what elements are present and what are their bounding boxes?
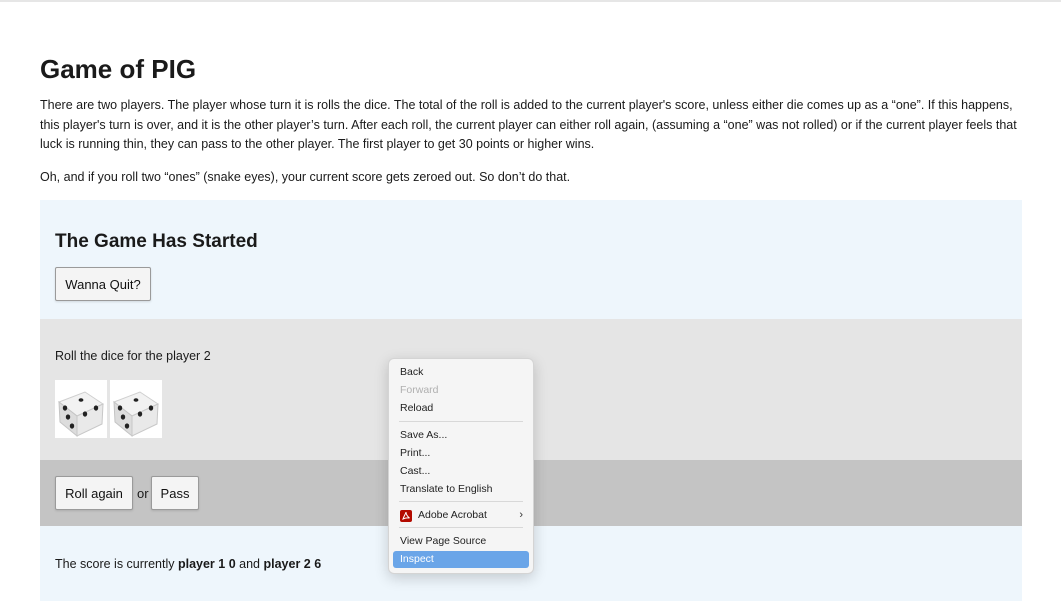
player-1-label: player 1 <box>177 557 226 571</box>
menu-item-adobe-acrobat[interactable]: Adobe Acrobat › <box>393 507 529 524</box>
chevron-right-icon: › <box>519 509 523 521</box>
menu-item-translate[interactable]: Translate to English <box>393 481 529 498</box>
game-heading: The Game Has Started <box>55 231 258 252</box>
player-2-score: 6 <box>314 557 322 571</box>
menu-item-cast[interactable]: Cast... <box>393 463 529 480</box>
menu-item-save-as[interactable]: Save As... <box>393 427 529 444</box>
roll-prompt: Roll the dice for the player 2 <box>55 349 211 363</box>
score-prefix: The score is currently <box>55 557 175 571</box>
menu-item-inspect[interactable]: Inspect <box>393 551 529 568</box>
quit-button[interactable]: Wanna Quit? <box>55 267 151 301</box>
die-2-icon <box>110 380 162 438</box>
menu-item-reload[interactable]: Reload <box>393 400 529 417</box>
die-1-icon <box>55 380 107 438</box>
menu-item-label: Adobe Acrobat <box>418 509 487 521</box>
window-top-border <box>0 0 1061 2</box>
game-status-section: The Game Has Started Wanna Quit? <box>40 200 1022 319</box>
player-1-score: 0 <box>228 557 236 571</box>
context-menu: Back Forward Reload Save As... Print... … <box>388 358 534 574</box>
score-and: and <box>239 557 261 571</box>
menu-item-back[interactable]: Back <box>393 364 529 381</box>
menu-item-view-source[interactable]: View Page Source <box>393 533 529 550</box>
snake-eyes-note: Oh, and if you roll two “ones” (snake ey… <box>40 169 571 184</box>
rules-paragraph: There are two players. The player whose … <box>40 98 1017 151</box>
adobe-acrobat-icon <box>400 510 412 522</box>
score-line: The score is currently player 1 0 and pl… <box>55 557 321 571</box>
menu-separator <box>399 527 523 528</box>
roll-again-button[interactable]: Roll again <box>55 476 133 510</box>
intro-section: Game of PIG There are two players. The p… <box>40 52 1022 187</box>
menu-separator <box>399 421 523 422</box>
pass-button[interactable]: Pass <box>151 476 199 510</box>
menu-item-forward: Forward <box>400 384 439 396</box>
menu-separator <box>399 501 523 502</box>
page-title: Game of PIG <box>40 54 197 84</box>
player-2-label: player 2 <box>263 557 311 571</box>
or-separator: or <box>137 486 149 501</box>
menu-item-print[interactable]: Print... <box>393 445 529 462</box>
